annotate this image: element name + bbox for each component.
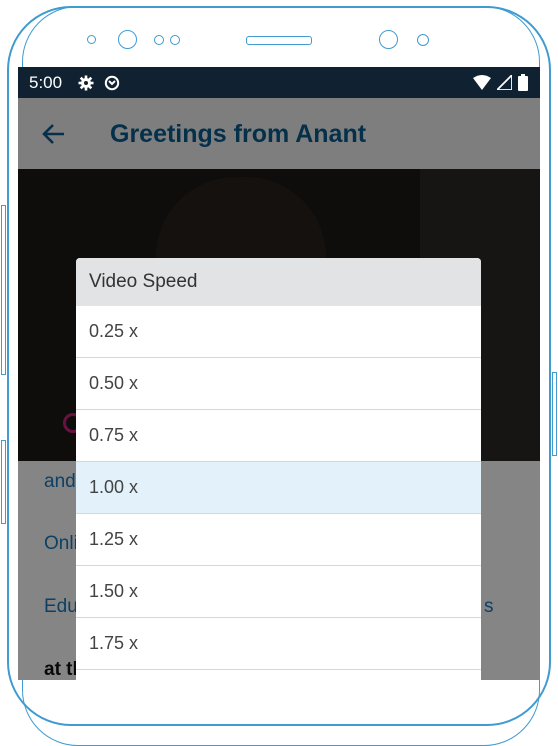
device-screen: 5:00 Greetings from Anant and Onli Edu s…	[18, 67, 540, 680]
video-speed-dialog: Video Speed 0.25 x 0.50 x 0.75 x 1.00 x …	[76, 258, 481, 680]
power-button	[552, 372, 557, 456]
cell-signal-icon	[497, 75, 512, 90]
speed-option-1-50[interactable]: 1.50 x	[76, 566, 481, 618]
speed-option-0-50[interactable]: 0.50 x	[76, 358, 481, 410]
light-sensor	[417, 34, 429, 46]
settings-icon	[78, 75, 94, 90]
proximity-sensor	[379, 30, 398, 49]
side-button	[1, 440, 6, 524]
data-saver-icon	[104, 75, 120, 90]
wifi-icon	[473, 75, 491, 90]
status-time: 5:00	[29, 72, 63, 92]
speed-option-0-75[interactable]: 0.75 x	[76, 410, 481, 462]
speed-option-1-00[interactable]: 1.00 x	[76, 462, 481, 514]
sensor-dot	[87, 35, 96, 44]
front-camera	[118, 30, 137, 49]
battery-icon	[518, 74, 528, 91]
sensor-dot	[170, 35, 180, 45]
volume-button	[1, 205, 6, 375]
speed-option-0-25[interactable]: 0.25 x	[76, 306, 481, 358]
status-bar: 5:00	[18, 67, 540, 98]
speed-option-1-75[interactable]: 1.75 x	[76, 618, 481, 670]
earpiece-speaker	[246, 36, 312, 45]
dialog-title: Video Speed	[76, 258, 481, 306]
sensor-dot	[154, 35, 164, 45]
speed-option-1-25[interactable]: 1.25 x	[76, 514, 481, 566]
